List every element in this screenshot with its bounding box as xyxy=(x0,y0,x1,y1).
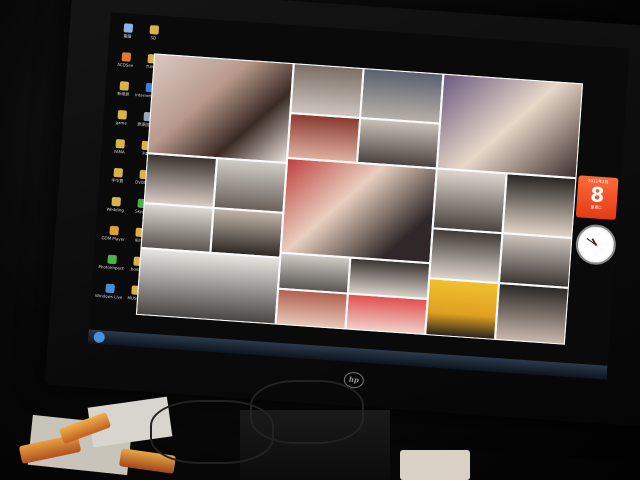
desktop-icon-glyph-icon xyxy=(114,138,125,149)
calendar-gadget[interactable]: 2011年2月 8 星期二 xyxy=(575,175,619,221)
desktop-icon[interactable]: ACDSee xyxy=(111,51,140,68)
collage-photo xyxy=(210,207,284,258)
monitor: 電腦SDACDSeeTUNE新增資Internet Explorergame資源… xyxy=(44,0,640,427)
desktop-icon[interactable]: GOM Player xyxy=(99,225,128,242)
desktop-icon[interactable]: game xyxy=(107,109,136,126)
collage-photo xyxy=(280,157,437,264)
desktop-icon-label: game xyxy=(115,119,128,126)
desktop-icon-label: PhotoImpact xyxy=(98,264,124,271)
desktop-icon-glyph-icon xyxy=(123,23,133,33)
desktop-icon-label: Wedding xyxy=(106,206,125,213)
desktop-icon[interactable]: 新增資 xyxy=(109,80,138,98)
calendar-day: 8 xyxy=(589,182,606,208)
collage-photo xyxy=(502,173,577,239)
desktop-icon-glyph-icon xyxy=(104,283,115,294)
collage-photo xyxy=(275,288,348,330)
desktop-icon-label: SD xyxy=(150,35,157,41)
desktop-icon-glyph-icon xyxy=(121,52,131,62)
desktop-icon[interactable]: 手中寶 xyxy=(103,167,132,185)
desktop-icon-glyph-icon xyxy=(119,81,129,91)
collage-photo xyxy=(436,73,584,179)
desktop-icon[interactable]: SD xyxy=(139,24,168,41)
collage-photo xyxy=(143,153,218,208)
desktop-icon-label: 手中寶 xyxy=(111,177,124,184)
desktop-icon[interactable]: Wedding xyxy=(101,196,130,213)
collage-photo xyxy=(347,257,431,300)
desktop-icon[interactable]: YAMA xyxy=(105,138,134,155)
desktop-icon[interactable]: Windows Live Messenger xyxy=(95,283,124,300)
desktop-icon-glyph-icon xyxy=(148,25,159,35)
desktop-icon-label: ACDSee xyxy=(117,61,134,68)
desktop-icon-glyph-icon xyxy=(112,167,123,178)
brand-text: hp xyxy=(348,374,360,385)
desktop-icon-label: GOM Player xyxy=(101,235,125,242)
desktop-icon-glyph-icon xyxy=(108,225,119,236)
desktop-icon-label: 新增資 xyxy=(117,90,130,97)
collage-photo xyxy=(429,228,503,284)
desktop-icon[interactable]: 電腦 xyxy=(113,23,142,41)
start-orb-icon[interactable] xyxy=(92,330,107,345)
collage-photo xyxy=(135,247,281,325)
collage-photo xyxy=(345,293,428,335)
cable xyxy=(250,380,364,444)
box-item xyxy=(400,450,470,480)
collage-photo xyxy=(432,168,507,234)
collage-photo xyxy=(498,233,573,288)
collage-photo xyxy=(290,63,364,118)
collage-photo-yellow xyxy=(425,278,499,340)
desktop-icon-label: 電腦 xyxy=(123,33,132,39)
collage-photo xyxy=(360,68,444,124)
desktop-icon-glyph-icon xyxy=(116,109,127,120)
collage-photo xyxy=(213,158,287,213)
photo-scene: 電腦SDACDSeeTUNE新增資Internet Explorergame資源… xyxy=(0,0,640,480)
desktop-icon[interactable]: PhotoImpact xyxy=(97,254,126,271)
desk-surface xyxy=(0,380,640,480)
clock-face-icon xyxy=(586,238,598,246)
monitor-screen: 電腦SDACDSeeTUNE新增資Internet Explorergame資源… xyxy=(87,12,630,380)
collage-photo xyxy=(357,117,440,169)
collage-photo xyxy=(278,252,351,294)
collage-photo xyxy=(494,283,569,345)
desktop-icon-label: Windows Live Messenger xyxy=(94,292,123,300)
collage-photo xyxy=(140,203,214,253)
collage-photo-couple xyxy=(147,53,294,163)
desktop-icon-glyph-icon xyxy=(110,196,121,207)
desktop-icon-label: YAMA xyxy=(113,148,125,155)
desktop-icon-glyph-icon xyxy=(106,254,117,265)
collage-photo xyxy=(287,113,361,163)
photo-collage-wallpaper xyxy=(135,53,584,345)
clock-gadget[interactable] xyxy=(574,223,618,267)
